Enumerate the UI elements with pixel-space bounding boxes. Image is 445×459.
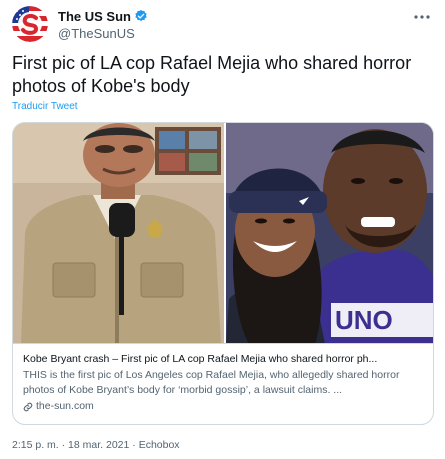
- translate-tweet-link[interactable]: Traducir Tweet: [12, 101, 78, 112]
- card-domain-row: the-sun.com: [23, 399, 427, 414]
- meta-separator: ·: [61, 439, 66, 451]
- author-display-name[interactable]: The US Sun: [58, 9, 131, 24]
- link-preview-card[interactable]: UNO Kobe Bryant crash – First pic of LA …: [12, 122, 434, 425]
- author-handle[interactable]: @TheSunUS: [58, 26, 148, 41]
- tweet-time[interactable]: 2:15 p. m.: [12, 439, 59, 451]
- card-description: THIS is the first pic of Los Angeles cop…: [23, 369, 400, 396]
- link-icon: [23, 402, 33, 412]
- card-domain: the-sun.com: [36, 400, 94, 412]
- card-text-block: Kobe Bryant crash – First pic of LA cop …: [23, 352, 427, 414]
- tweet-source[interactable]: Echobox: [139, 439, 180, 451]
- author-avatar[interactable]: [12, 6, 48, 42]
- tweet-date[interactable]: 18 mar. 2021: [68, 439, 129, 451]
- author-names: The US Sun @TheSunUS: [58, 8, 148, 41]
- more-options-icon[interactable]: [413, 10, 431, 22]
- the-us-sun-logo-icon: [12, 6, 48, 42]
- card-image[interactable]: UNO: [13, 123, 433, 344]
- meta-separator: ·: [132, 439, 136, 451]
- tweet-header: The US Sun @TheSunUS: [12, 6, 433, 42]
- card-title[interactable]: Kobe Bryant crash – First pic of LA cop …: [23, 352, 427, 367]
- verified-badge-icon: [134, 9, 148, 23]
- display-name-row: The US Sun: [58, 8, 148, 24]
- tweet-meta: 2:15 p. m. · 18 mar. 2021 · Echobox: [12, 439, 180, 451]
- jersey-lettering: UNO: [335, 305, 393, 335]
- card-photo: UNO: [13, 123, 433, 343]
- tweet-text: First pic of LA cop Rafael Mejia who sha…: [12, 53, 412, 96]
